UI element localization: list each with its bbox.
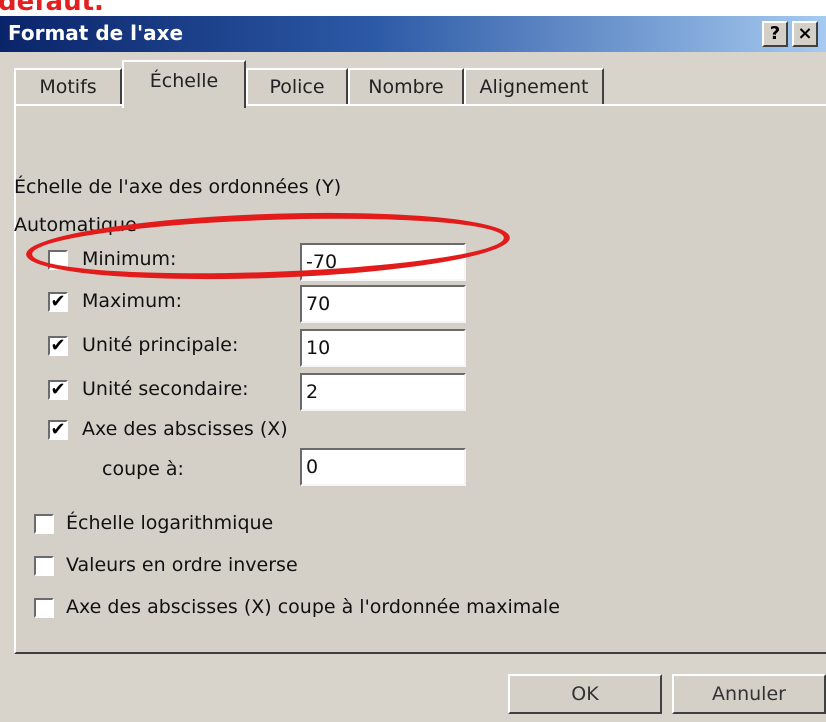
minor-unit-label: Unité secondaire: <box>82 378 249 400</box>
minor-unit-checkbox[interactable]: ✔ <box>48 380 68 400</box>
major-unit-field[interactable]: 10 <box>300 329 466 367</box>
crosses-at-field[interactable]: 0 <box>300 448 466 486</box>
x-axis-crosses-label: Axe des abscisses (X) <box>82 418 288 440</box>
window-title: Format de l'axe <box>8 21 184 45</box>
major-unit-checkbox[interactable]: ✔ <box>48 336 68 356</box>
minimum-field[interactable]: -70 <box>300 243 466 281</box>
maximum-field[interactable]: 70 <box>300 285 466 323</box>
minimum-label: Minimum: <box>82 248 177 270</box>
tab-police[interactable]: Police <box>246 68 348 106</box>
crosses-at-label: coupe à: <box>102 458 184 480</box>
tab-motifs[interactable]: Motifs <box>14 68 122 106</box>
top-caption: défaut. <box>0 0 104 16</box>
reverse-order-label: Valeurs en ordre inverse <box>66 554 298 576</box>
reverse-order-checkbox[interactable] <box>34 556 54 576</box>
crosses-at-maximum-label: Axe des abscisses (X) coupe à l'ordonnée… <box>66 596 560 618</box>
tab-alignement[interactable]: Alignement <box>464 68 604 106</box>
minimum-checkbox[interactable] <box>48 250 68 270</box>
crosses-at-maximum-checkbox[interactable] <box>34 598 54 618</box>
logarithmic-scale-label: Échelle logarithmique <box>66 512 274 534</box>
scale-heading: Échelle de l'axe des ordonnées (Y) <box>14 176 342 198</box>
ok-button[interactable]: OK <box>508 674 662 714</box>
title-bar: Format de l'axe ? × <box>0 16 826 52</box>
minor-unit-field[interactable]: 2 <box>300 373 466 411</box>
help-button[interactable]: ? <box>762 21 788 47</box>
tab-strip: Motifs Échelle Police Nombre Alignement <box>14 60 634 108</box>
tab-nombre[interactable]: Nombre <box>348 68 464 106</box>
major-unit-label: Unité principale: <box>82 334 239 356</box>
automatic-label: Automatique <box>14 214 137 236</box>
close-button[interactable]: × <box>792 21 818 47</box>
maximum-checkbox[interactable]: ✔ <box>48 292 68 312</box>
top-caption-strip: défaut. <box>0 0 826 16</box>
cancel-button[interactable]: Annuler <box>672 674 826 714</box>
maximum-label: Maximum: <box>82 290 183 312</box>
logarithmic-scale-checkbox[interactable] <box>34 514 54 534</box>
x-axis-crosses-checkbox[interactable]: ✔ <box>48 420 68 440</box>
tab-echelle[interactable]: Échelle <box>122 60 246 108</box>
